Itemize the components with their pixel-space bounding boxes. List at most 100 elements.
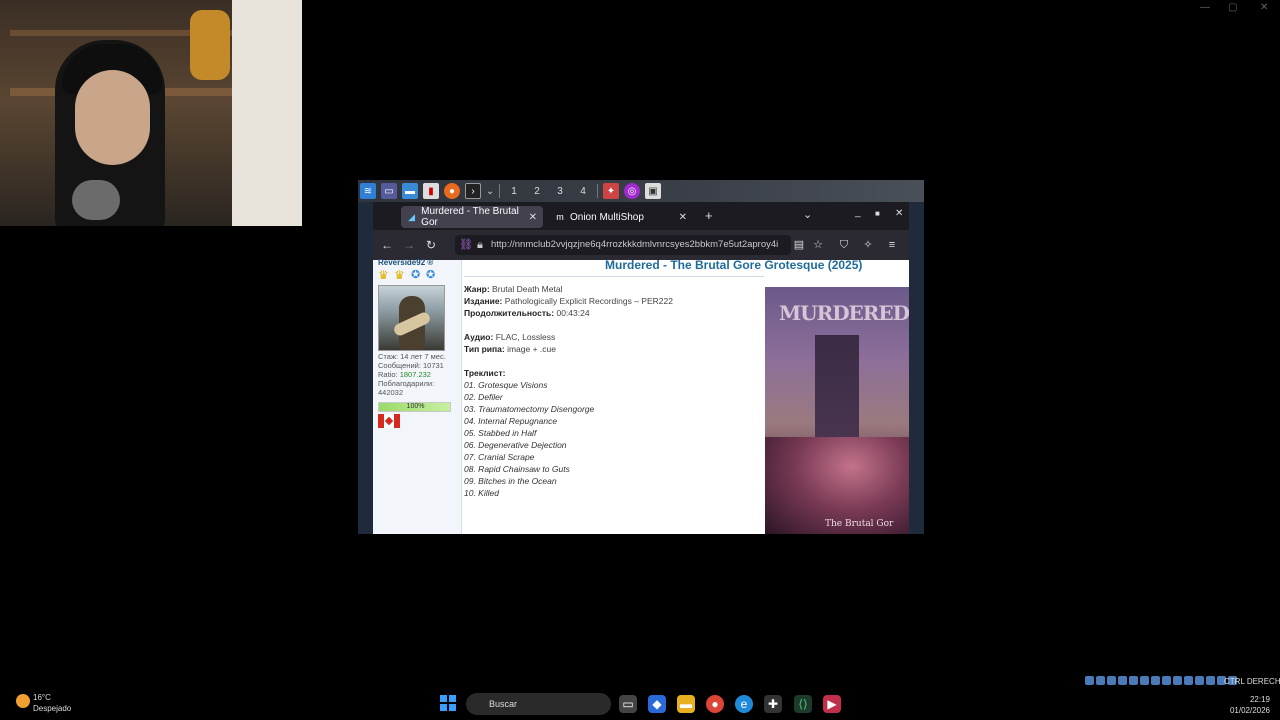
forward-icon[interactable]: → [398,238,420,252]
cover-logo: MURDERED [779,301,909,325]
label-line: Издание: Pathologically Explicit Recordi… [464,296,673,306]
badge-icon: ✪ [411,269,421,281]
lock-icon[interactable]: 🔒︎ [477,235,483,255]
tray-icon[interactable] [1129,676,1138,685]
window-icon[interactable]: ▣ [645,183,661,199]
minimize-icon[interactable]: — [1200,2,1210,13]
url-input[interactable]: http://nnmclub2vvjqzjne6q4rrozkkkdmlvnrc… [455,235,791,255]
tab-murdered[interactable]: ◢ Murdered - The Brutal Gor ✕ [401,206,543,228]
shop-favicon-icon: m [556,212,564,222]
weather-temperature[interactable]: 16°C [33,693,51,702]
close-icon[interactable]: ✕ [1260,2,1268,13]
rip-type-line: Тип рипа: image + .cue [464,344,556,354]
tray-icon[interactable] [1096,676,1105,685]
tray-icon[interactable] [1118,676,1127,685]
track-item: 06. Degenerative Dejection [464,440,567,450]
reader-view-icon[interactable]: ▤ [789,235,809,255]
track-item: 01. Grotesque Visions [464,380,548,390]
page-content: Reverside92 ® ♛ ♛ ✪ ✪ Стаж: 14 лет 7 мес… [373,258,909,534]
tray-icon[interactable] [1162,676,1171,685]
album-cover[interactable]: MURDERED The Brutal Gor [765,287,909,534]
windows-start-icon[interactable] [440,695,456,711]
progress-bar: 100% [378,402,451,412]
clock-time[interactable]: 22:19 [1226,695,1270,704]
tracklist-heading: Треклист: [464,368,506,378]
back-icon[interactable]: ← [376,238,398,252]
tray-icon[interactable] [1206,676,1215,685]
username[interactable]: Reverside92 ® [378,258,433,267]
tor-circuit-icon[interactable]: ⛓ [459,235,473,255]
progress-text: 100% [406,403,425,410]
user-tenure: Стаж: 14 лет 7 мес. [378,352,446,361]
tray-icon[interactable] [1151,676,1160,685]
terminal-icon[interactable]: › [465,183,481,199]
workspace-4[interactable]: 4 [574,186,592,197]
weather-condition[interactable]: Despejado [33,704,71,713]
search-input[interactable]: Buscar [466,693,611,715]
track-item: 10. Killed [464,488,499,498]
user-messages: Сообщений: 10731 [378,361,444,370]
list-tabs-icon[interactable]: ⌄ [803,208,812,221]
remote-desktop-icon[interactable]: ✚ [764,695,782,713]
menu-icon[interactable]: ≋ [360,183,376,199]
desktop-icon[interactable]: ▭ [381,183,397,199]
close-tab-icon[interactable]: ✕ [529,212,537,223]
tab-strip: ◢ Murdered - The Brutal Gor ✕ m Onion Mu… [373,202,909,230]
minimize-icon[interactable]: _ [855,207,861,218]
tray-icon[interactable] [1107,676,1116,685]
shield-icon[interactable]: ⛉ [834,235,854,255]
bookmark-star-icon[interactable]: ☆ [808,235,828,255]
workspace-1[interactable]: 1 [505,186,523,197]
cover-subtitle: The Brutal Gor [825,519,894,529]
maximize-icon[interactable]: ■ [875,209,880,218]
tab-onion-multishop[interactable]: m Onion MultiShop ✕ [549,206,693,228]
copilot-icon[interactable]: ◆ [648,695,666,713]
app-icon[interactable]: ✦ [603,183,619,199]
post-body: Murdered - The Brutal Gore Grotesque (20… [464,258,909,534]
reload-icon[interactable]: ↻ [420,238,442,252]
tor-icon[interactable]: ◎ [624,183,640,199]
user-thanked: 442032 [378,388,404,397]
new-tab-icon[interactable]: + [705,208,713,223]
extensions-icon[interactable]: ✧ [858,235,878,255]
tray-icon[interactable] [1140,676,1149,685]
tray-icon[interactable] [1173,676,1182,685]
user-ratio: Ratio: 1807.232 [378,370,431,379]
firefox-icon[interactable]: ● [444,183,460,199]
avatar[interactable] [378,285,445,351]
vscode-icon[interactable]: ⟨⟩ [794,695,812,713]
tab-label: Murdered - The Brutal Gor [421,206,519,228]
weather-icon[interactable] [16,694,30,708]
track-item: 08. Rapid Chainsaw to Guts [464,464,570,474]
workspace-3[interactable]: 3 [551,186,569,197]
post-title[interactable]: Murdered - The Brutal Gore Grotesque (20… [605,258,862,272]
folder-icon[interactable]: ▬ [402,183,418,199]
task-view-icon[interactable]: ▭ [619,695,637,713]
menu-icon[interactable]: ≡ [882,235,902,255]
genre-line: Жанр: Brutal Death Metal [464,284,563,294]
edge-icon[interactable]: e [735,695,753,713]
maximize-icon[interactable]: ▢ [1228,2,1237,13]
tray-icon[interactable] [1085,676,1094,685]
close-tab-icon[interactable]: ✕ [679,212,687,223]
divider [464,276,764,277]
chevron-down-icon[interactable]: ⌄ [486,183,494,199]
track-item: 09. Bitches in the Ocean [464,476,557,486]
track-item: 02. Defiler [464,392,503,402]
document-icon[interactable]: ▮ [423,183,439,199]
track-item: 05. Stabbed in Half [464,428,537,438]
canada-flag-icon [378,414,400,428]
clock-date[interactable]: 01/02/2026 [1222,706,1270,715]
chrome-icon[interactable]: ● [706,695,724,713]
tray-icon[interactable] [1184,676,1193,685]
workspace-2[interactable]: 2 [528,186,546,197]
close-window-icon[interactable]: ✕ [895,208,903,219]
track-item: 03. Traumatomectomy Disengorge [464,404,595,414]
badge-icon: ✪ [426,269,436,281]
remote-taskbar: ≋ ▭ ▬ ▮ ● › ⌄ 1 2 3 4 ✦ ◎ ▣ [358,180,924,202]
tray-icon[interactable] [1195,676,1204,685]
audio-line: Аудио: FLAC, Lossless [464,332,556,342]
crown-icon: ♛ [394,268,405,282]
file-explorer-icon[interactable]: ▬ [677,695,695,713]
app-icon[interactable]: ▶ [823,695,841,713]
